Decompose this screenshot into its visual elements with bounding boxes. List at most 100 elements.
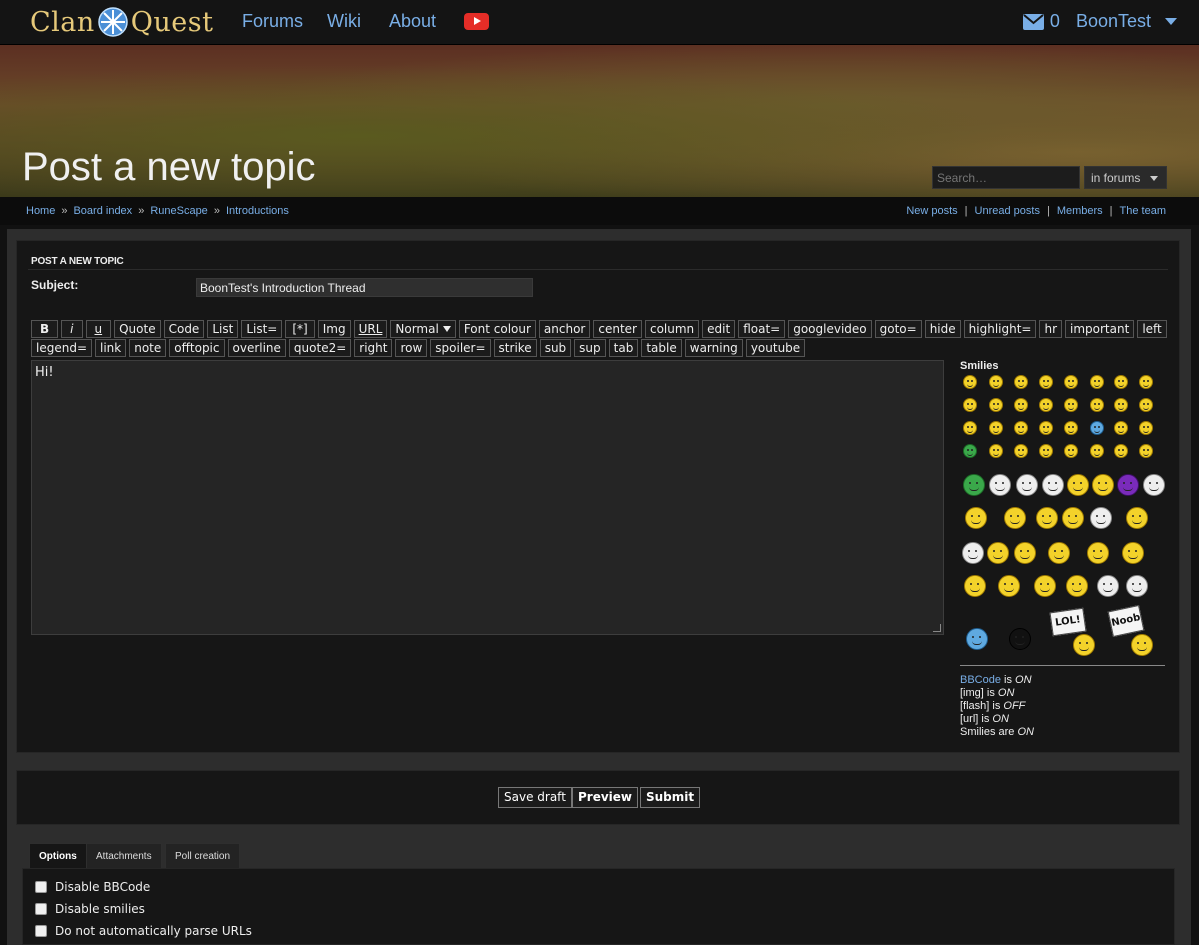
- smiley-icon[interactable]: [1014, 375, 1028, 389]
- bbcode-warning-button[interactable]: warning: [684, 339, 743, 357]
- smiley-icon[interactable]: [1014, 421, 1028, 435]
- tab-attachments[interactable]: Attachments: [86, 843, 162, 868]
- smiley-icon[interactable]: [964, 575, 986, 597]
- breadcrumb-introductions[interactable]: Introductions: [226, 205, 289, 217]
- smiley-icon[interactable]: [963, 474, 985, 496]
- save-draft-button[interactable]: Save draft: [498, 787, 572, 808]
- smiley-icon[interactable]: [989, 375, 1003, 389]
- nav-about[interactable]: About: [389, 11, 436, 32]
- smiley-icon[interactable]: [962, 542, 984, 564]
- smiley-icon[interactable]: [1039, 421, 1053, 435]
- smiley-icon[interactable]: [1039, 444, 1053, 458]
- bbcode-column-button[interactable]: column: [644, 320, 700, 338]
- bbcode-offtopic-button[interactable]: offtopic: [169, 339, 225, 357]
- smiley-icon[interactable]: [998, 575, 1020, 597]
- breadcrumb-board-index[interactable]: Board index: [73, 205, 132, 217]
- smiley-icon[interactable]: [1114, 375, 1128, 389]
- bbcode-hide-button[interactable]: hide: [924, 320, 961, 338]
- tab-poll-creation[interactable]: Poll creation: [165, 843, 241, 868]
- message-text[interactable]: Hi!: [35, 365, 54, 380]
- bbcode-sup-button[interactable]: sup: [574, 339, 606, 357]
- bbcode-help-link[interactable]: BBCode: [960, 674, 1001, 686]
- bbcode-strike-button[interactable]: strike: [493, 339, 537, 357]
- bbcode-url-button[interactable]: URL: [353, 320, 388, 338]
- link-members[interactable]: Members: [1057, 205, 1103, 217]
- bbcode-right-button[interactable]: right: [354, 339, 393, 357]
- checkbox[interactable]: [35, 925, 47, 937]
- bbcode-quote-button[interactable]: Quote: [114, 320, 161, 338]
- bbcode-spoiler-button[interactable]: spoiler=: [430, 339, 491, 357]
- smiley-icon[interactable]: [1062, 507, 1084, 529]
- smiley-icon[interactable]: [1087, 542, 1109, 564]
- smiley-icon[interactable]: [1114, 398, 1128, 412]
- smiley-icon[interactable]: [1114, 444, 1128, 458]
- message-count[interactable]: 0: [1050, 11, 1060, 32]
- smiley-icon[interactable]: [1090, 398, 1104, 412]
- bbcode-img-button[interactable]: Img: [317, 320, 351, 338]
- smiley-icon[interactable]: [1039, 398, 1053, 412]
- bbcode-legend-button[interactable]: legend=: [31, 339, 92, 357]
- smiley-icon[interactable]: [1064, 398, 1078, 412]
- smiley-icon[interactable]: [1004, 507, 1026, 529]
- search-scope-select[interactable]: in forums: [1084, 166, 1167, 189]
- smiley-icon[interactable]: [1039, 375, 1053, 389]
- bbcode-code-button[interactable]: Code: [163, 320, 205, 338]
- tab-options[interactable]: Options: [29, 843, 87, 868]
- bbcode-table-button[interactable]: table: [641, 339, 682, 357]
- bbcode-link-button[interactable]: link: [95, 339, 127, 357]
- smiley-icon[interactable]: [1139, 375, 1153, 389]
- smiley-icon[interactable]: [1090, 375, 1104, 389]
- site-logo[interactable]: Clan Quest: [30, 4, 214, 40]
- checkbox[interactable]: [35, 881, 47, 893]
- smiley-icon[interactable]: [1090, 421, 1104, 435]
- option-disable-smilies[interactable]: Disable smilies: [35, 902, 145, 916]
- smiley-icon[interactable]: [1073, 634, 1095, 656]
- smiley-icon[interactable]: [965, 507, 987, 529]
- smiley-icon[interactable]: [989, 474, 1011, 496]
- bbcode-italic-button[interactable]: i: [61, 320, 83, 338]
- youtube-icon[interactable]: [464, 13, 489, 30]
- smiley-icon[interactable]: [1092, 474, 1114, 496]
- smiley-icon[interactable]: [1143, 474, 1165, 496]
- breadcrumb-home[interactable]: Home: [26, 205, 55, 217]
- option-no-parse-urls[interactable]: Do not automatically parse URLs: [35, 924, 252, 938]
- bbcode-underline-button[interactable]: u: [85, 320, 112, 338]
- smiley-icon[interactable]: [1014, 542, 1036, 564]
- smiley-icon[interactable]: [1067, 474, 1089, 496]
- bbcode-googlevideo-button[interactable]: googlevideo: [788, 320, 872, 338]
- smiley-icon[interactable]: [963, 398, 977, 412]
- smiley-icon[interactable]: [989, 444, 1003, 458]
- smiley-icon[interactable]: [1122, 542, 1144, 564]
- bbcode-bold-button[interactable]: B: [31, 320, 59, 338]
- bbcode-float-button[interactable]: float=: [738, 320, 786, 338]
- bbcode-list-button[interactable]: List: [207, 320, 239, 338]
- smiley-icon[interactable]: [1042, 474, 1064, 496]
- envelope-icon[interactable]: [1022, 13, 1044, 30]
- bbcode-font-colour-button[interactable]: Font colour: [458, 320, 536, 338]
- bbcode-center-button[interactable]: center: [593, 320, 642, 338]
- smiley-icon[interactable]: [989, 421, 1003, 435]
- search-input[interactable]: [932, 166, 1080, 189]
- smiley-icon[interactable]: [966, 628, 988, 650]
- smiley-icon[interactable]: [1064, 375, 1078, 389]
- smiley-icon[interactable]: [1014, 398, 1028, 412]
- bbcode-tab-button[interactable]: tab: [608, 339, 639, 357]
- smiley-icon[interactable]: [989, 398, 1003, 412]
- subject-input[interactable]: [196, 278, 533, 297]
- bbcode-left-button[interactable]: left: [1137, 320, 1167, 338]
- chevron-down-icon[interactable]: [1165, 18, 1177, 25]
- smiley-icon[interactable]: [1126, 507, 1148, 529]
- lol-sign-smiley[interactable]: LOL!: [1049, 607, 1087, 637]
- smiley-icon[interactable]: [1066, 575, 1088, 597]
- bbcode-sub-button[interactable]: sub: [539, 339, 572, 357]
- bbcode-overline-button[interactable]: overline: [227, 339, 286, 357]
- bbcode-youtube-button[interactable]: youtube: [745, 339, 806, 357]
- bbcode-highlight-button[interactable]: highlight=: [963, 320, 1037, 338]
- font-size-select[interactable]: Normal: [390, 320, 456, 338]
- bbcode-hr-button[interactable]: hr: [1039, 320, 1063, 338]
- message-textarea[interactable]: Hi!: [31, 360, 944, 635]
- option-disable-bbcode[interactable]: Disable BBCode: [35, 880, 150, 894]
- bbcode-anchor-button[interactable]: anchor: [538, 320, 591, 338]
- smiley-icon[interactable]: [963, 375, 977, 389]
- bbcode-important-button[interactable]: important: [1065, 320, 1135, 338]
